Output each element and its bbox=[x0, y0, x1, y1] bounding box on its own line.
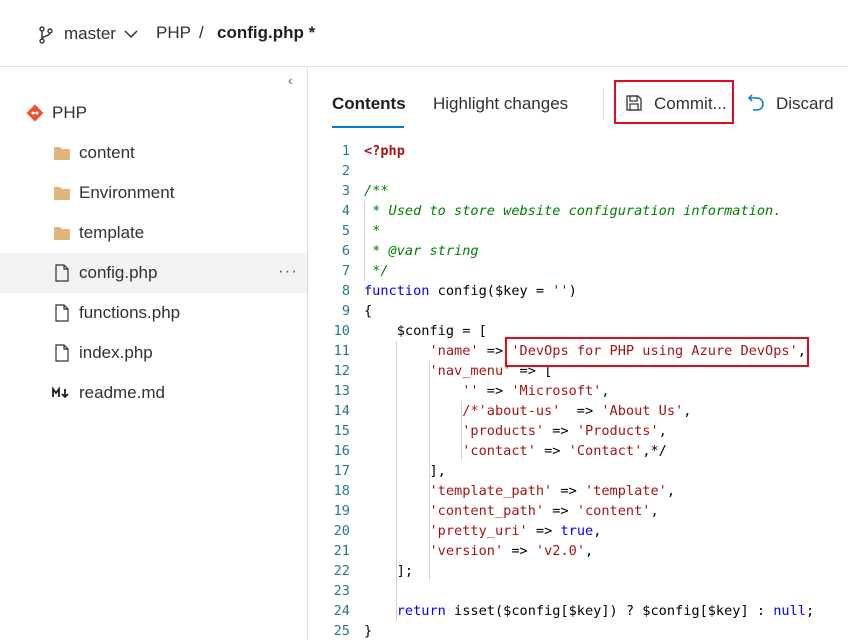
code-line: 6 * @var string bbox=[326, 241, 848, 261]
chevron-down-icon[interactable] bbox=[123, 28, 139, 40]
line-number: 2 bbox=[341, 163, 350, 179]
collapse-sidebar-icon[interactable]: ‹ bbox=[288, 72, 302, 88]
tree-item-folder[interactable]: content bbox=[0, 133, 307, 173]
line-number: 23 bbox=[333, 583, 350, 599]
code-line: 4 * Used to store website configuration … bbox=[326, 201, 848, 221]
code-line: 19 'content_path' => 'content', bbox=[326, 501, 848, 521]
markdown-icon bbox=[52, 386, 69, 399]
code-line: 23 bbox=[326, 581, 848, 601]
line-number: 9 bbox=[341, 303, 350, 319]
tree-item-file[interactable]: index.php bbox=[0, 333, 307, 373]
toolbar-divider bbox=[603, 89, 604, 119]
line-number: 3 bbox=[341, 183, 350, 199]
line-number: 16 bbox=[333, 443, 350, 459]
line-number: 1 bbox=[341, 143, 350, 159]
breadcrumb-repo[interactable]: PHP bbox=[156, 23, 191, 43]
line-number: 13 bbox=[333, 383, 350, 399]
line-number: 24 bbox=[333, 603, 350, 619]
tree-item-file-selected[interactable]: config.php ··· bbox=[0, 253, 307, 293]
line-number: 20 bbox=[333, 523, 350, 539]
line-number: 21 bbox=[333, 543, 350, 559]
undo-icon bbox=[747, 94, 764, 111]
tree-item-label: PHP bbox=[52, 103, 87, 122]
tree-item-label: functions.php bbox=[79, 303, 181, 322]
line-number: 7 bbox=[341, 263, 350, 279]
line-number: 18 bbox=[333, 483, 350, 499]
line-number: 4 bbox=[341, 203, 350, 219]
git-repo-icon bbox=[26, 104, 44, 122]
code-line: 16 'contact' => 'Contact',*/ bbox=[326, 441, 848, 461]
tab-highlight-changes[interactable]: Highlight changes bbox=[433, 94, 568, 114]
code-line: 1 <?php bbox=[326, 141, 848, 161]
folder-icon bbox=[54, 187, 70, 200]
code-line: 9{ bbox=[326, 301, 848, 321]
tree-item-label: readme.md bbox=[79, 383, 165, 402]
line-number: 6 bbox=[341, 243, 350, 259]
discard-label: Discard bbox=[776, 94, 834, 113]
save-icon bbox=[626, 95, 642, 111]
folder-icon bbox=[54, 227, 70, 240]
branch-selector[interactable]: master bbox=[64, 24, 116, 44]
line-number: 8 bbox=[341, 283, 350, 299]
code-line: 3/** bbox=[326, 181, 848, 201]
code-line: 14 /*'about-us' => 'About Us', bbox=[326, 401, 848, 421]
code-line: 21 'version' => 'v2.0', bbox=[326, 541, 848, 561]
line-number: 12 bbox=[333, 363, 350, 379]
code-line: 8 function config($key = '') bbox=[326, 281, 848, 301]
active-tab-indicator bbox=[332, 126, 404, 128]
commit-button[interactable]: Commit... bbox=[614, 80, 734, 124]
breadcrumb-file: config.php * bbox=[217, 23, 316, 42]
code-line: 20 'pretty_uri' => true, bbox=[326, 521, 848, 541]
code-line: 18 'template_path' => 'template', bbox=[326, 481, 848, 501]
file-tree: ‹ PHP content Environment template confi… bbox=[0, 67, 308, 640]
file-icon bbox=[55, 344, 69, 362]
code-line: 15 'products' => 'Products', bbox=[326, 421, 848, 441]
edited-value-highlight bbox=[505, 337, 809, 367]
code-line: 24 return isset($config[$key]) ? $config… bbox=[326, 601, 848, 621]
breadcrumb-separator: / bbox=[199, 23, 204, 42]
line-number: 22 bbox=[333, 563, 350, 579]
tree-item-file[interactable]: readme.md bbox=[0, 373, 307, 413]
code-line: 17 ], bbox=[326, 461, 848, 481]
line-number: 10 bbox=[333, 323, 350, 339]
line-number: 15 bbox=[333, 423, 350, 439]
tree-item-label: config.php bbox=[79, 263, 158, 282]
line-number: 11 bbox=[333, 343, 350, 359]
code-line: 7 */ bbox=[326, 261, 848, 281]
folder-icon bbox=[54, 147, 70, 160]
code-line: 5 * bbox=[326, 221, 848, 241]
tree-item-file[interactable]: functions.php bbox=[0, 293, 307, 333]
discard-button[interactable]: Discard bbox=[744, 84, 848, 120]
tree-item-repo[interactable]: PHP bbox=[0, 93, 307, 133]
file-icon bbox=[55, 304, 69, 322]
line-number: 17 bbox=[333, 463, 350, 479]
code-line: 2 bbox=[326, 161, 848, 181]
line-number: 14 bbox=[333, 403, 350, 419]
line-number: 5 bbox=[341, 223, 350, 239]
code-line: 25} bbox=[326, 621, 848, 640]
tab-contents[interactable]: Contents bbox=[332, 94, 406, 114]
branch-icon bbox=[39, 26, 53, 44]
breadcrumb-bar: master PHP / config.php * bbox=[0, 0, 848, 67]
code-editor[interactable]: 1 <?php 2 3/** 4 * Used to store website … bbox=[326, 141, 848, 640]
file-icon bbox=[55, 264, 69, 282]
code-line: 22 ]; bbox=[326, 561, 848, 581]
tree-item-folder[interactable]: template bbox=[0, 213, 307, 253]
line-number: 25 bbox=[333, 623, 350, 639]
tree-item-label: Environment bbox=[79, 183, 175, 202]
tree-item-folder[interactable]: Environment bbox=[0, 173, 307, 213]
tree-item-label: index.php bbox=[79, 343, 153, 362]
line-number: 19 bbox=[333, 503, 350, 519]
tree-item-label: template bbox=[79, 223, 145, 242]
tree-item-label: content bbox=[79, 143, 135, 162]
more-options-icon[interactable]: ··· bbox=[278, 261, 298, 281]
code-line: 13 '' => 'Microsoft', bbox=[326, 381, 848, 401]
commit-label: Commit... bbox=[654, 94, 727, 113]
